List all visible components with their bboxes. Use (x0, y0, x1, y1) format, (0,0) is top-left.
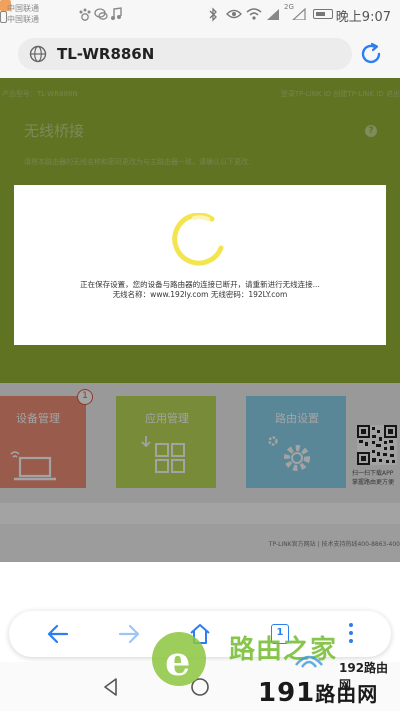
clock: 晚上9:07 (335, 10, 391, 25)
battery-icon (313, 9, 333, 19)
wireless-credentials: 无线名称：www.192ly.com 无线密码：192LY.com (112, 290, 288, 299)
refresh-icon[interactable] (358, 41, 384, 67)
loading-spinner-icon (172, 213, 224, 266)
address-bar: TL-WR886N (0, 30, 400, 78)
chat-bubble-icon (94, 8, 108, 20)
url-text: TL-WR886N (57, 45, 155, 63)
status-bar: 中国联通 中国联通 2G 晚上9:07 (0, 0, 400, 30)
warning-notification-icon (0, 11, 7, 23)
nav-back-icon[interactable] (100, 676, 122, 698)
signal-strength-icon (267, 9, 279, 20)
watermark-site-name: 191路由网 (258, 678, 378, 708)
watermark-suffix: 路由网 (315, 682, 379, 706)
web-content: 产品型号：TL-WR886N 登录TP-LINK ID 创建TP-LINK ID… (0, 78, 400, 562)
signal-strength-icon-2 (292, 8, 306, 20)
watermark-wifi-icon (295, 655, 323, 668)
carrier-label-1: 中国联通 (7, 4, 39, 13)
back-icon[interactable] (45, 621, 71, 647)
menu-icon[interactable] (349, 622, 353, 644)
saving-dialog: 正在保存设置，您的设备与路由器的连接已断开，请重新进行无线连接... 无线名称：… (14, 185, 386, 345)
bluetooth-icon (209, 7, 217, 22)
url-field[interactable]: TL-WR886N (18, 38, 352, 70)
paw-icon (79, 8, 91, 21)
watermark-logo-letter: e (165, 638, 191, 685)
carrier-label-2: 中国联通 (7, 15, 39, 24)
eye-icon (226, 9, 242, 19)
forward-icon[interactable] (116, 621, 142, 647)
music-icon (111, 7, 122, 20)
globe-icon (29, 45, 47, 63)
wifi-icon (246, 8, 262, 20)
watermark-digits: 191 (258, 678, 316, 708)
